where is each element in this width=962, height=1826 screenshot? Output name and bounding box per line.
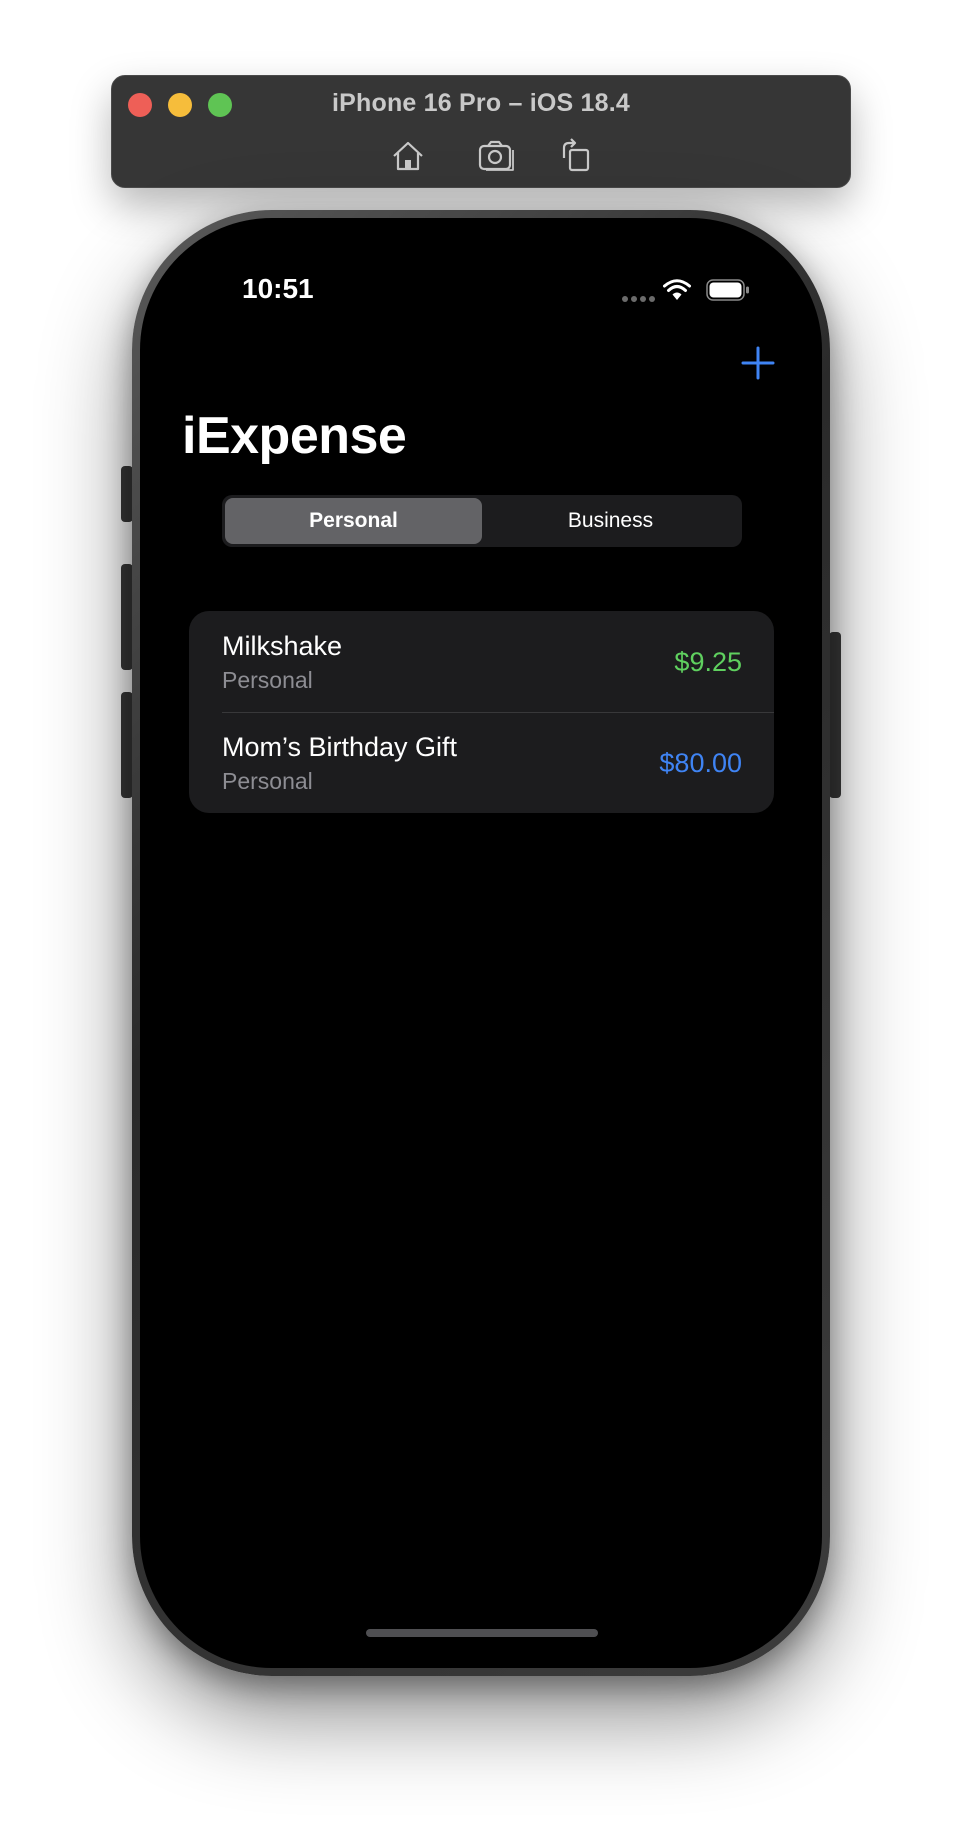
battery-icon <box>706 279 749 301</box>
power-button <box>829 632 841 798</box>
simulator-titlebar: iPhone 16 Pro – iOS 18.4 <box>111 75 851 188</box>
expense-type: Personal <box>222 667 313 693</box>
expense-name: Mom’s Birthday Gift <box>222 732 458 762</box>
segment-personal[interactable]: Personal <box>225 498 482 544</box>
screenshot-icon[interactable] <box>476 136 516 176</box>
list-item[interactable]: Mom’s Birthday Gift Personal $80.00 <box>189 712 774 813</box>
page-title: iExpense <box>182 407 407 465</box>
home-indicator <box>366 1629 598 1637</box>
expense-amount: $80.00 <box>659 748 742 778</box>
rotate-icon[interactable] <box>556 136 596 176</box>
plus-icon[interactable] <box>740 345 776 381</box>
phone-screen: 10:51 iExpense Personal Business Milksha… <box>140 218 822 1668</box>
status-time: 10:51 <box>242 273 314 304</box>
expense-type-segmented-control[interactable]: Personal Business <box>222 495 742 547</box>
expense-type: Personal <box>222 768 313 794</box>
simulator-title: iPhone 16 Pro – iOS 18.4 <box>332 89 630 117</box>
wifi-icon <box>663 279 691 300</box>
cellular-signal-icon <box>622 296 655 302</box>
expense-name: Milkshake <box>222 631 343 661</box>
home-icon[interactable] <box>388 136 428 176</box>
list-item[interactable]: Milkshake Personal $9.25 <box>189 611 774 712</box>
segment-business[interactable]: Business <box>482 498 739 544</box>
expense-amount: $9.25 <box>674 647 742 677</box>
expense-list: Milkshake Personal $9.25 Mom’s Birthday … <box>189 611 774 813</box>
